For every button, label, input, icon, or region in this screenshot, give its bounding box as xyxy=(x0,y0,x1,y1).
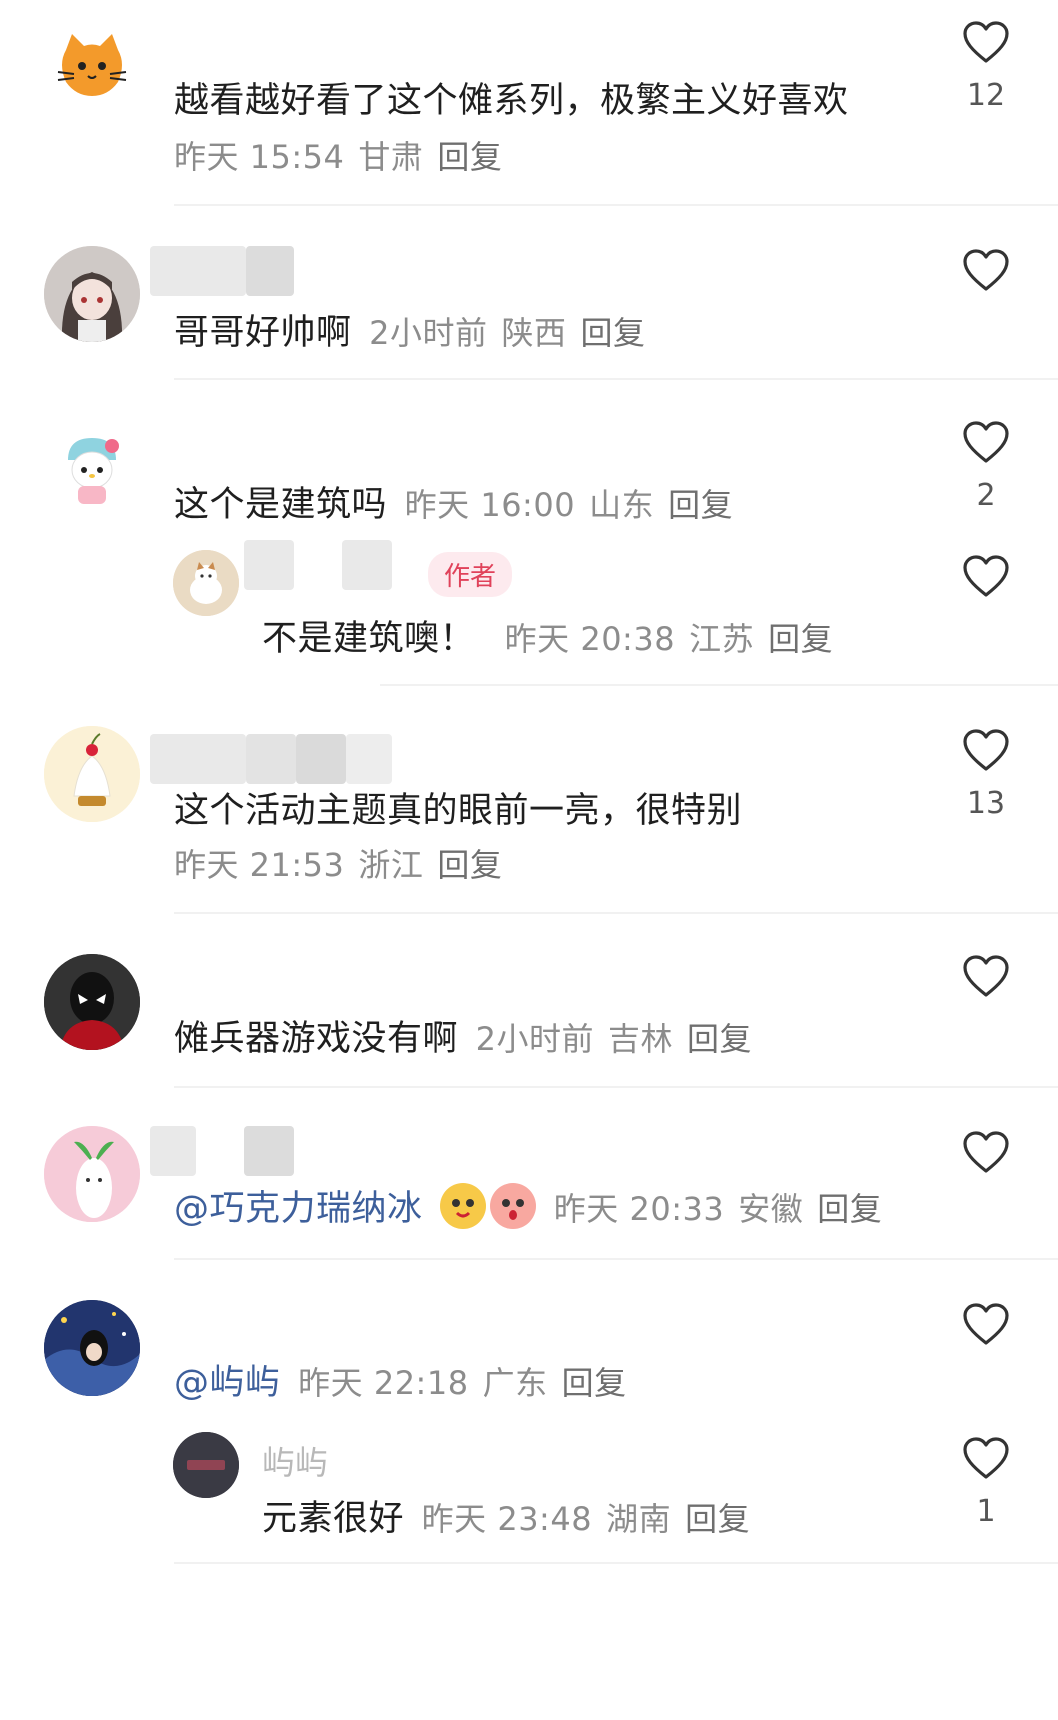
comment-time: 2小时前 xyxy=(369,314,488,352)
avatar[interactable] xyxy=(44,246,140,342)
avatar[interactable] xyxy=(44,1300,140,1396)
heart-outline-icon[interactable] xyxy=(962,420,1010,464)
divider xyxy=(174,204,1058,206)
reply-text: 不是建筑噢！ 昨天 20:38 江苏 回复 xyxy=(262,610,833,661)
reply-button[interactable]: 回复 xyxy=(768,620,833,658)
heart-outline-icon[interactable] xyxy=(962,1302,1010,1346)
avatar[interactable] xyxy=(173,1432,239,1498)
comment-region: 浙江 xyxy=(358,846,424,884)
reply-time: 昨天 23:48 xyxy=(421,1500,593,1538)
anime-girl-avatar-icon xyxy=(44,246,140,342)
comment-text: 傩兵器游戏没有啊 2小时前 吉林 回复 xyxy=(174,1010,752,1061)
comment-time: 昨天 16:00 xyxy=(404,486,576,524)
reply-body: 元素很好 xyxy=(262,1499,405,1539)
reply-button[interactable]: 回复 xyxy=(668,486,733,524)
dark-logo-avatar-icon xyxy=(173,1432,239,1498)
hello-kitty-avatar-icon xyxy=(45,421,139,515)
comment-time: 昨天 22:18 xyxy=(298,1364,469,1402)
like-count: 1 xyxy=(976,1494,996,1529)
reply-button[interactable]: 回复 xyxy=(581,314,646,352)
heart-outline-icon[interactable] xyxy=(962,20,1010,64)
reply-region: 湖南 xyxy=(606,1500,672,1538)
comment-region: 吉林 xyxy=(608,1020,674,1058)
comment-body: 哥哥好帅啊 xyxy=(174,313,352,353)
mention-link[interactable]: @巧克力瑞纳冰 xyxy=(174,1189,423,1229)
heart-outline-icon[interactable] xyxy=(962,248,1010,292)
comment-text: @巧克力瑞纳冰 昨天 20:33 安徽 回复 xyxy=(174,1180,882,1231)
like-count: 12 xyxy=(966,78,1006,113)
username-blurred xyxy=(150,1126,196,1176)
comment-time: 2小时前 xyxy=(475,1020,595,1058)
username-blurred xyxy=(246,734,296,784)
heart-outline-icon[interactable] xyxy=(962,728,1010,772)
comment-region: 安徽 xyxy=(738,1190,804,1228)
comment-region: 山东 xyxy=(589,486,655,524)
reply-body: 不是建筑噢！ xyxy=(262,619,476,659)
yellow-face-emoji-icon xyxy=(440,1183,487,1229)
divider xyxy=(174,1258,1058,1260)
reply-button[interactable]: 回复 xyxy=(685,1500,750,1538)
yellow-face-emoji-graphic xyxy=(452,1199,475,1218)
peach-face-emoji-icon xyxy=(490,1183,537,1229)
divider xyxy=(174,1086,1058,1088)
comment-text: 这个活动主题真的眼前一亮，很特别 xyxy=(174,791,743,831)
mention-link[interactable]: @屿屿 xyxy=(174,1363,281,1403)
reply-button[interactable]: 回复 xyxy=(437,138,502,176)
comment-meta: 昨天 21:53 浙江 回复 xyxy=(174,840,502,886)
divider xyxy=(380,684,1058,686)
reply-text: 元素很好 昨天 23:48 湖南 回复 xyxy=(262,1490,750,1541)
username-blurred xyxy=(150,734,246,784)
avatar[interactable] xyxy=(44,954,140,1050)
orange-cat-avatar-icon xyxy=(45,21,139,115)
avatar[interactable] xyxy=(44,420,140,516)
comment-text: @屿屿 昨天 22:18 广东 回复 xyxy=(174,1354,627,1405)
heart-outline-icon[interactable] xyxy=(962,1130,1010,1174)
comment-region: 广东 xyxy=(482,1364,548,1402)
username-blurred xyxy=(296,734,346,784)
avatar[interactable] xyxy=(44,726,140,822)
radish-character-avatar-icon xyxy=(44,1126,140,1222)
reply-time: 昨天 20:38 xyxy=(504,620,676,658)
avatar[interactable] xyxy=(173,550,239,616)
heart-outline-icon[interactable] xyxy=(962,954,1010,998)
comment-region: 甘肃 xyxy=(358,138,424,176)
heart-outline-icon[interactable] xyxy=(962,554,1010,598)
username-blurred xyxy=(244,540,294,590)
author-badge: 作者 xyxy=(428,552,513,597)
like-count: 2 xyxy=(976,478,996,513)
reply-button[interactable]: 回复 xyxy=(687,1020,752,1058)
starry-night-girl-avatar-icon xyxy=(44,1300,140,1396)
username-blurred xyxy=(150,246,246,296)
comment-meta: 昨天 15:54 甘肃 回复 xyxy=(174,132,502,178)
comment-text: 哥哥好帅啊 2小时前 陕西 回复 xyxy=(174,304,646,355)
reply-region: 江苏 xyxy=(689,620,755,658)
comment-time: 昨天 20:33 xyxy=(553,1190,725,1228)
divider xyxy=(174,912,1058,914)
like-count: 13 xyxy=(966,786,1006,821)
comment-time: 昨天 21:53 xyxy=(174,846,345,884)
divider xyxy=(174,1562,1058,1564)
username-blurred xyxy=(346,734,392,784)
heart-outline-icon[interactable] xyxy=(962,1436,1010,1480)
comment-body: 傩兵器游戏没有啊 xyxy=(174,1019,459,1059)
reply-button[interactable]: 回复 xyxy=(817,1190,882,1228)
comment-text: 越看越好看了这个傩系列，极繁主义好喜欢 xyxy=(174,81,849,121)
comment-region: 陕西 xyxy=(501,314,567,352)
reply-button[interactable]: 回复 xyxy=(562,1364,627,1402)
comment-text: 这个是建筑吗 昨天 16:00 山东 回复 xyxy=(174,476,733,527)
comment-body: 这个是建筑吗 xyxy=(174,485,388,525)
divider xyxy=(174,378,1058,380)
reply-username[interactable]: 屿屿 xyxy=(262,1436,328,1484)
avatar[interactable] xyxy=(44,20,140,116)
username-blurred xyxy=(342,540,392,590)
reply-button[interactable]: 回复 xyxy=(437,846,502,884)
comment-time: 昨天 15:54 xyxy=(174,138,345,176)
avatar[interactable] xyxy=(44,1126,140,1222)
username-blurred xyxy=(244,1126,294,1176)
cream-cake-avatar-icon xyxy=(44,726,140,822)
cat-figure-avatar-icon xyxy=(173,550,239,616)
spider-man-avatar-icon xyxy=(44,954,140,1050)
username-blurred xyxy=(246,246,294,296)
peach-face-emoji-graphic xyxy=(502,1199,525,1220)
